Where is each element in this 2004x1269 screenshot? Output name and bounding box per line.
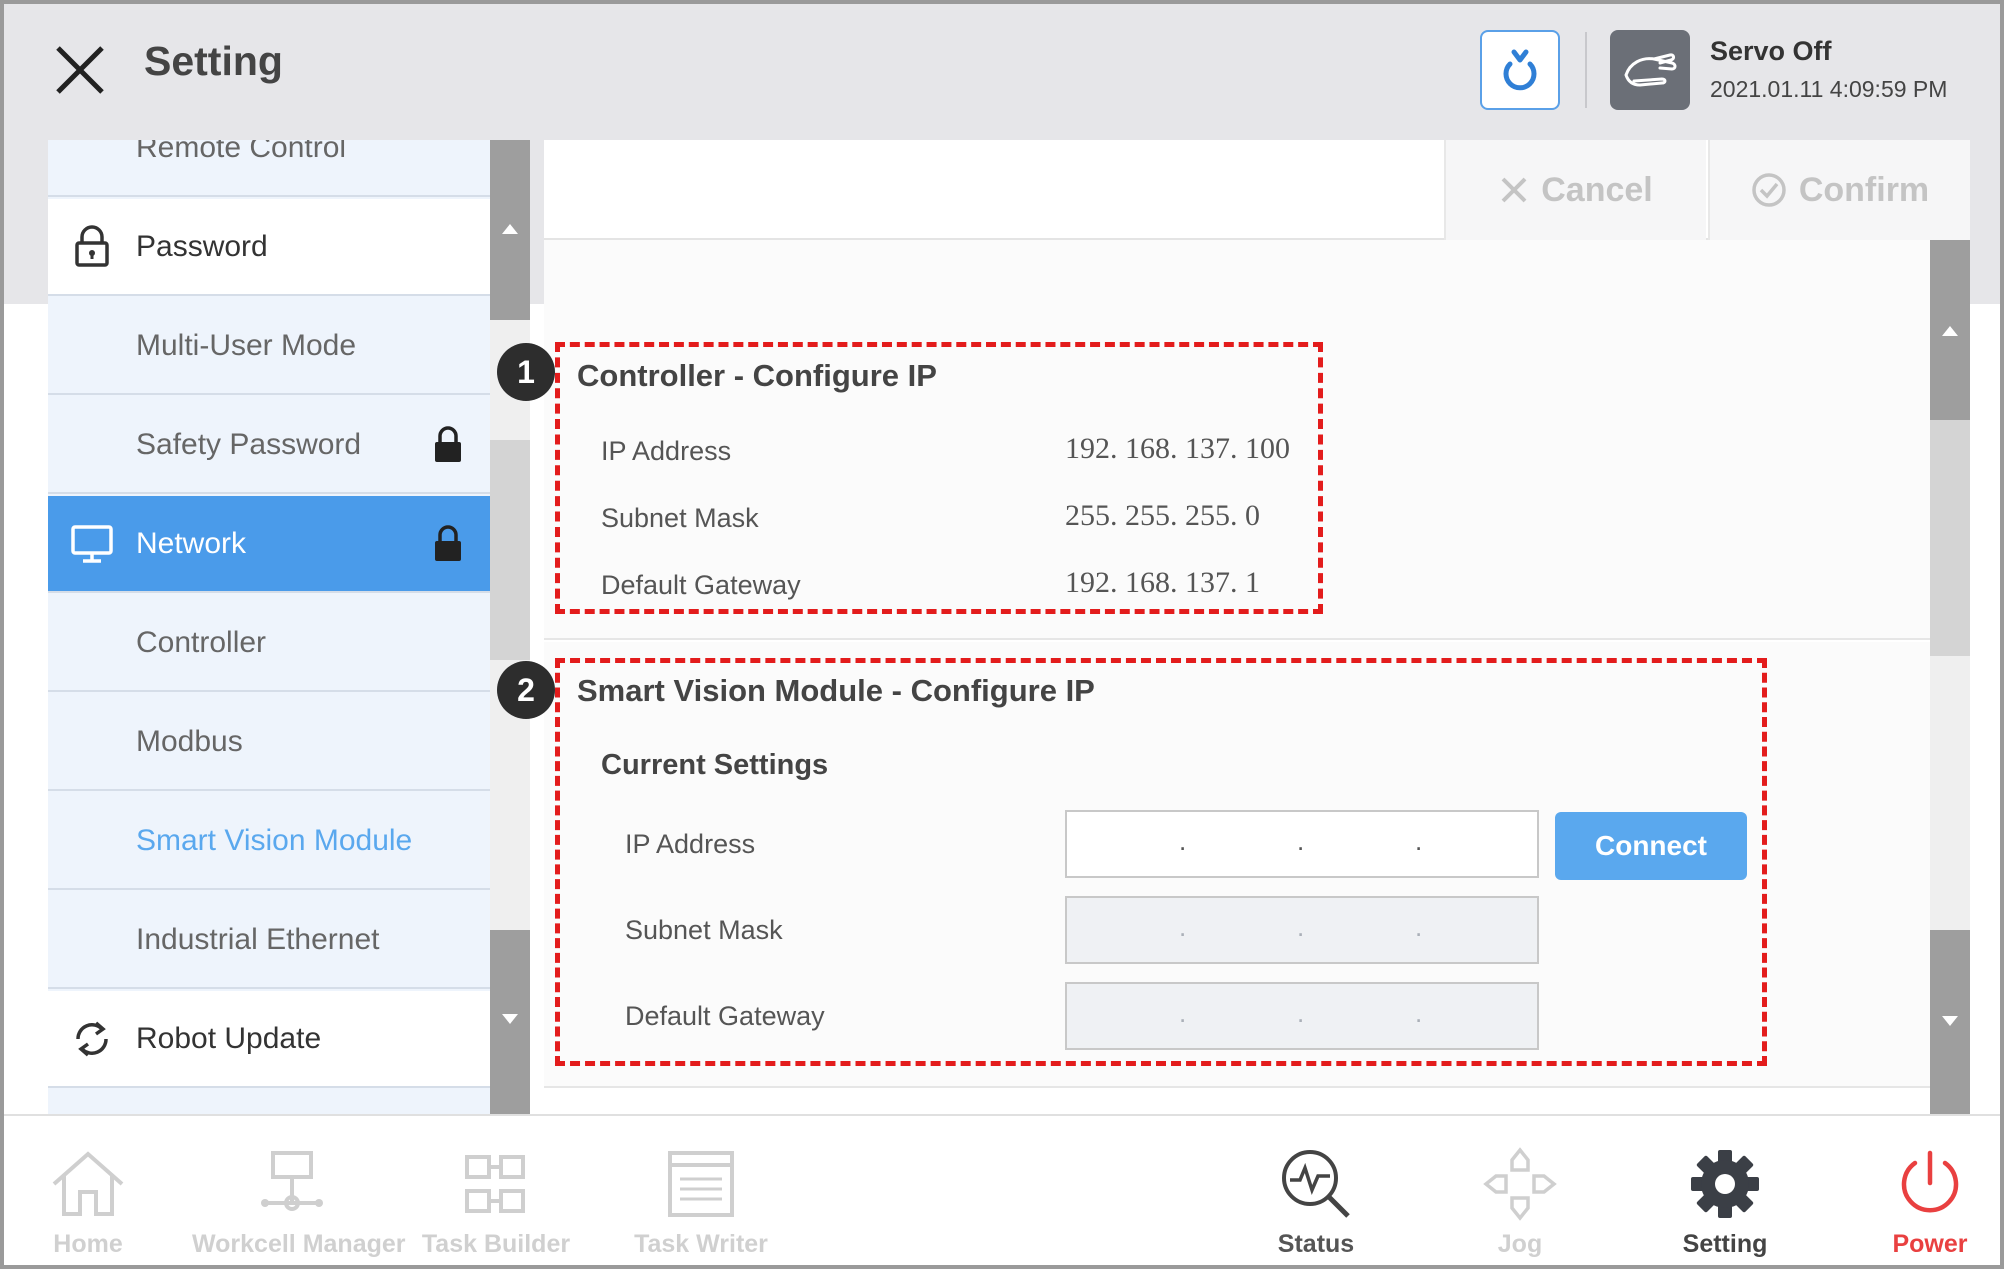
- scroll-thumb[interactable]: [1930, 420, 1970, 656]
- sidebar-item-label: Robot Update: [136, 1021, 322, 1055]
- task-builder-icon: [456, 1144, 536, 1224]
- servo-button[interactable]: [1610, 30, 1690, 110]
- sync-icon: [68, 1015, 116, 1063]
- annotation-badge-1: 1: [497, 343, 555, 401]
- sidebar-item-more[interactable]: [48, 1090, 490, 1114]
- annotation-badge-2: 2: [497, 661, 555, 719]
- power-icon: [1890, 1144, 1970, 1224]
- scroll-up-button[interactable]: [490, 140, 530, 320]
- nav-label: Workcell Manager: [192, 1230, 406, 1258]
- sidebar-item-label: Password: [136, 229, 268, 263]
- sidebar-item-label: Remote Control: [136, 140, 347, 164]
- sidebar-item-label: Industrial Ethernet: [136, 922, 380, 956]
- status-icon: [1276, 1144, 1356, 1224]
- nav-label: Jog: [1497, 1230, 1543, 1258]
- lock-icon: [428, 522, 468, 566]
- nav-setting[interactable]: Setting: [1625, 1116, 1825, 1265]
- sidebar-item-password[interactable]: Password: [48, 199, 490, 296]
- cancel-label: Cancel: [1541, 170, 1653, 209]
- refresh-icon: [1503, 49, 1537, 91]
- close-icon: [56, 46, 104, 94]
- home-icon: [48, 1144, 128, 1224]
- close-button[interactable]: [52, 42, 108, 98]
- nav-task-builder[interactable]: Task Builder: [396, 1116, 596, 1265]
- arrow-up-icon: [502, 224, 518, 234]
- sidebar-scrollbar[interactable]: [490, 140, 530, 1114]
- nav-label: Home: [53, 1230, 123, 1258]
- sidebar-item-industrial-ethernet[interactable]: Industrial Ethernet: [48, 892, 490, 989]
- nav-label: Status: [1277, 1230, 1355, 1258]
- sidebar-item-label: Modbus: [136, 724, 243, 758]
- servo-status: Servo Off: [1710, 36, 1832, 66]
- close-icon: [1501, 177, 1527, 203]
- scroll-down-button[interactable]: [490, 930, 530, 1114]
- nav-label: Task Builder: [421, 1230, 571, 1258]
- sidebar-item-label: Network: [136, 526, 247, 560]
- main-scrollbar[interactable]: [1930, 240, 1970, 1114]
- nav-label: Task Writer: [634, 1230, 768, 1258]
- confirm-button[interactable]: Confirm: [1708, 140, 1970, 240]
- gear-icon: [1685, 1144, 1765, 1224]
- hand-icon: [1624, 53, 1677, 87]
- sidebar-item-smart-vision-module[interactable]: Smart Vision Module: [48, 793, 490, 890]
- annotation-box-1: [555, 342, 1323, 614]
- nav-task-writer[interactable]: Task Writer: [601, 1116, 801, 1265]
- arrow-down-icon: [1942, 1016, 1958, 1026]
- nav-power[interactable]: Power: [1830, 1116, 2000, 1265]
- sidebar-item-remote-control[interactable]: Remote Control: [48, 140, 490, 197]
- toolbar: Cancel Confirm: [544, 140, 1970, 240]
- check-circle-icon: [1752, 173, 1786, 207]
- sidebar-item-modbus[interactable]: Modbus: [48, 694, 490, 791]
- header-divider: [1585, 32, 1587, 108]
- nav-label: Power: [1892, 1230, 1968, 1258]
- nav-home[interactable]: Home: [4, 1116, 188, 1265]
- page-title: Setting: [144, 38, 283, 84]
- nav-jog[interactable]: Jog: [1420, 1116, 1620, 1265]
- workcell-icon: [252, 1144, 332, 1224]
- nav-status[interactable]: Status: [1216, 1116, 1416, 1265]
- jog-icon: [1480, 1144, 1560, 1224]
- sidebar-item-label: Controller: [136, 625, 267, 659]
- scroll-down-button[interactable]: [1930, 930, 1970, 1114]
- app-frame: Setting Servo Off 2021.01.11 4:09:59 PM …: [0, 0, 2004, 1269]
- task-writer-icon: [661, 1144, 741, 1224]
- refresh-button[interactable]: [1480, 30, 1560, 110]
- annotation-box-2: [555, 658, 1767, 1066]
- sidebar-item-label: Safety Password: [136, 427, 362, 461]
- sidebar-item-label: Smart Vision Module: [136, 823, 413, 857]
- monitor-icon: [68, 520, 116, 568]
- sidebar-item-network[interactable]: Network: [48, 496, 490, 593]
- sidebar-item-robot-update[interactable]: Robot Update: [48, 991, 490, 1088]
- arrow-up-icon: [1942, 326, 1958, 336]
- nav-workcell-manager[interactable]: Workcell Manager: [192, 1116, 406, 1265]
- arrow-down-icon: [502, 1014, 518, 1024]
- scroll-up-button[interactable]: [1930, 240, 1970, 420]
- nav-label: Setting: [1682, 1230, 1768, 1258]
- sidebar-item-safety-password[interactable]: Safety Password: [48, 397, 490, 494]
- cancel-button[interactable]: Cancel: [1444, 140, 1706, 240]
- lock-icon: [68, 223, 116, 271]
- scroll-thumb[interactable]: [490, 440, 530, 660]
- bottom-nav: Home Workcell Manager Task Builder Task …: [4, 1114, 2000, 1265]
- sidebar-item-controller[interactable]: Controller: [48, 595, 490, 692]
- lock-icon: [428, 423, 468, 467]
- sidebar-item-multi-user-mode[interactable]: Multi-User Mode: [48, 298, 490, 395]
- datetime: 2021.01.11 4:09:59 PM: [1710, 76, 1948, 102]
- sidebar: Remote Control Password Multi-User Mode …: [48, 140, 490, 1114]
- confirm-label: Confirm: [1798, 170, 1930, 209]
- sidebar-item-label: Multi-User Mode: [136, 328, 357, 362]
